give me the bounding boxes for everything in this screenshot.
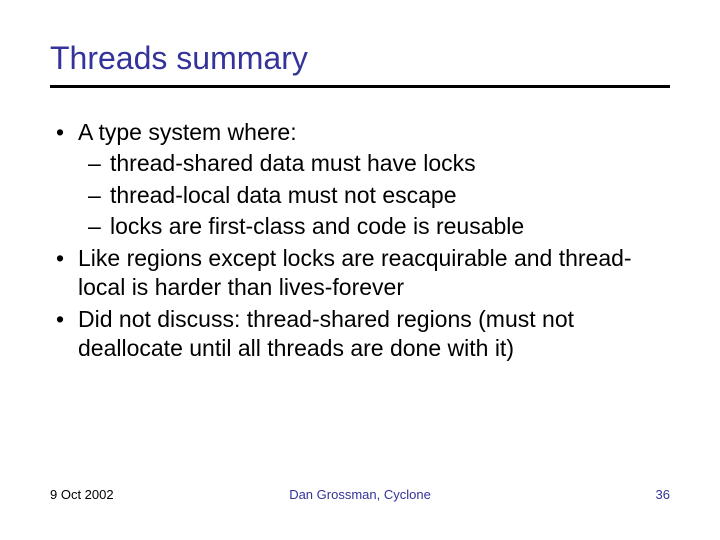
sub-bullet-text: thread-local data must not escape	[110, 181, 670, 210]
sub-bullet-item: – thread-local data must not escape	[88, 181, 670, 210]
sub-bullet-text: locks are first-class and code is reusab…	[110, 212, 670, 241]
bullet-item: • Did not discuss: thread-shared regions…	[50, 305, 670, 364]
dash-icon: –	[88, 212, 110, 241]
sub-bullet-item: – locks are first-class and code is reus…	[88, 212, 670, 241]
footer-author: Dan Grossman, Cyclone	[289, 487, 431, 502]
footer-date: 9 Oct 2002	[50, 487, 114, 502]
bullet-item: • Like regions except locks are reacquir…	[50, 244, 670, 303]
sub-bullet-text: thread-shared data must have locks	[110, 149, 670, 178]
slide: Threads summary • A type system where: –…	[0, 0, 720, 540]
sub-bullet-item: – thread-shared data must have locks	[88, 149, 670, 178]
bullet-dot-icon: •	[50, 118, 78, 147]
slide-content: • A type system where: – thread-shared d…	[50, 118, 670, 364]
dash-icon: –	[88, 149, 110, 178]
slide-footer: 9 Oct 2002 Dan Grossman, Cyclone 36	[50, 487, 670, 502]
bullet-text: Did not discuss: thread-shared regions (…	[78, 305, 670, 364]
bullet-dot-icon: •	[50, 244, 78, 303]
slide-title: Threads summary	[50, 40, 670, 77]
dash-icon: –	[88, 181, 110, 210]
title-rule	[50, 85, 670, 88]
bullet-text: Like regions except locks are reacquirab…	[78, 244, 670, 303]
footer-page-number: 36	[656, 487, 670, 502]
bullet-dot-icon: •	[50, 305, 78, 364]
bullet-text: A type system where:	[78, 118, 670, 147]
bullet-item: • A type system where:	[50, 118, 670, 147]
